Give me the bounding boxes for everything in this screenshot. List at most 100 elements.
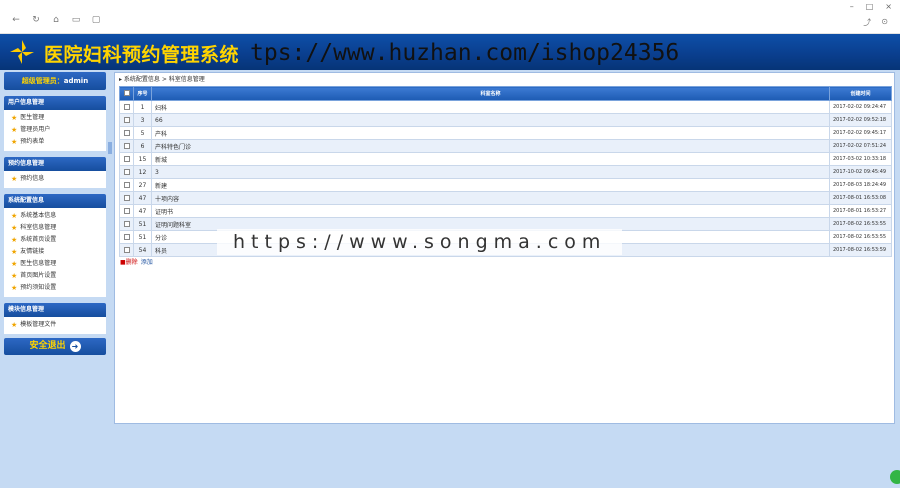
sidebar-item-label: 管理员用户 [20, 126, 51, 133]
sidebar-collapse-handle[interactable] [108, 142, 112, 154]
table-row: 27 新建 2017-08-03 18:24:49 [119, 178, 892, 192]
cell-date: 2017-02-02 09:52:18 [829, 113, 892, 127]
floating-badge-icon[interactable] [890, 470, 900, 484]
row-checkbox[interactable] [123, 182, 130, 188]
sidebar-group-title[interactable]: 系统配置信息 [4, 194, 106, 208]
arrow-right-icon: ➜ [69, 341, 81, 352]
settings-icon[interactable]: ⊙ [881, 17, 888, 28]
sidebar-item-label: 医生信息管理 [20, 260, 57, 267]
sidebar-item-label: 预约须知设置 [20, 284, 57, 291]
admin-label: 超级管理员： [21, 77, 64, 85]
star-icon: ★ [11, 284, 18, 292]
sidebar-item-label: 医生管理 [20, 114, 45, 121]
cell-name[interactable]: 新建 [151, 178, 830, 192]
share-icon[interactable]: ⤴ [863, 17, 871, 28]
cell-id: 51 [133, 217, 152, 231]
maximize-icon[interactable]: □ [866, 2, 874, 11]
table-row: 47 十项内容 2017-08-01 16:53:08 [119, 191, 892, 205]
cell-date: 2017-08-01 16:53:08 [829, 191, 892, 205]
sidebar-item[interactable]: ★ 医生管理 [4, 112, 106, 124]
sidebar-item-label: 系统首页设置 [20, 236, 57, 243]
row-checkbox[interactable] [123, 104, 130, 110]
cell-name[interactable]: 妇科 [151, 100, 830, 114]
sidebar: 超级管理员：admin 用户信息管理 ★ 医生管理 ★ 管理员用户 ★ 预约表单 预约… [4, 72, 106, 355]
cell-id: 3 [133, 113, 152, 127]
row-checkbox[interactable] [123, 234, 130, 240]
cell-id: 1 [133, 100, 152, 114]
sidebar-item[interactable]: ★ 预约表单 [4, 136, 106, 148]
cell-name[interactable]: 新城 [151, 152, 830, 166]
admin-info: 超级管理员：admin [4, 72, 106, 90]
sidebar-item-label: 友情链接 [20, 248, 45, 255]
sidebar-item-label: 模板管理文件 [20, 321, 57, 328]
add-button[interactable]: 添加 [141, 259, 153, 266]
tabs-icon[interactable]: ▢ [90, 15, 102, 25]
breadcrumb-separator: > [159, 76, 169, 83]
home-icon[interactable]: ⌂ [50, 15, 62, 25]
reader-icon[interactable]: ▭ [70, 15, 82, 25]
cell-id: 47 [133, 204, 152, 218]
row-checkbox[interactable] [123, 195, 130, 201]
breadcrumb-item[interactable]: 系统配置信息 [124, 76, 160, 83]
back-icon[interactable]: ← [10, 15, 22, 25]
sidebar-item[interactable]: ★ 管理员用户 [4, 124, 106, 136]
cell-name[interactable]: 产科特色门诊 [151, 139, 830, 153]
breadcrumb: ▸ 系统配置信息 > 科室信息管理 [115, 73, 894, 86]
sidebar-item[interactable]: ★ 预约信息 [4, 173, 106, 185]
table-row: 12 3 2017-10-02 09:45:49 [119, 165, 892, 179]
table-actions: ■删除 添加 [115, 257, 894, 269]
checkbox[interactable] [123, 90, 130, 97]
close-icon[interactable]: × [885, 2, 892, 11]
admin-name: admin [63, 77, 89, 85]
cell-name[interactable]: 66 [151, 113, 830, 127]
row-checkbox[interactable] [123, 221, 130, 227]
cell-name[interactable]: 3 [151, 165, 830, 179]
sidebar-group: 系统配置信息 ★ 系统基本信息 ★ 科室信息管理 ★ 系统首页设置 ★ 友情链接 ★ 医生… [4, 194, 106, 297]
row-checkbox[interactable] [123, 117, 130, 123]
logout-button[interactable]: 安全退出 ➜ [4, 338, 106, 355]
sidebar-item[interactable]: ★ 医生信息管理 [4, 258, 106, 270]
cell-name[interactable]: 十项内容 [151, 191, 830, 205]
cell-date: 2017-03-02 10:33:18 [829, 152, 892, 166]
select-all-header[interactable] [119, 86, 134, 101]
star-icon: ★ [11, 212, 18, 220]
row-checkbox[interactable] [123, 169, 130, 175]
logout-label: 安全退出 [29, 341, 66, 351]
sidebar-group: 模块信息管理 ★ 模板管理文件 [4, 303, 106, 334]
cell-id: 6 [133, 139, 152, 153]
sidebar-item[interactable]: ★ 友情链接 [4, 246, 106, 258]
sidebar-item[interactable]: ★ 模板管理文件 [4, 319, 106, 331]
cell-name[interactable]: 证明书 [151, 204, 830, 218]
cell-name[interactable]: 产科 [151, 126, 830, 140]
sidebar-group-title[interactable]: 预约信息管理 [4, 157, 106, 171]
watermark-middle: https://www.songma.com [217, 229, 623, 255]
sidebar-group-title[interactable]: 用户信息管理 [4, 96, 106, 110]
row-checkbox[interactable] [123, 156, 130, 162]
row-checkbox[interactable] [123, 130, 130, 136]
row-checkbox[interactable] [123, 247, 130, 253]
sidebar-item-label: 预约信息 [20, 175, 45, 182]
table-row: 6 产科特色门诊 2017-02-02 07:51:24 [119, 139, 892, 153]
watermark-top: tps://www.huzhan.com/ishop24356 [250, 40, 680, 66]
sidebar-item[interactable]: ★ 系统基本信息 [4, 210, 106, 222]
star-icon: ★ [11, 138, 18, 146]
row-checkbox[interactable] [123, 208, 130, 214]
row-checkbox[interactable] [123, 143, 130, 149]
cell-date: 2017-10-02 09:45:49 [829, 165, 892, 179]
sidebar-group-title[interactable]: 模块信息管理 [4, 303, 106, 317]
reload-icon[interactable]: ↻ [30, 15, 42, 25]
sidebar-item[interactable]: ★ 预约须知设置 [4, 282, 106, 294]
sidebar-item[interactable]: ★ 科室信息管理 [4, 222, 106, 234]
sidebar-item-label: 科室信息管理 [20, 224, 57, 231]
sidebar-item[interactable]: ★ 系统首页设置 [4, 234, 106, 246]
delete-button[interactable]: 删除 [126, 259, 138, 266]
window-controls: – □ × [850, 2, 892, 11]
star-icon: ★ [11, 175, 18, 183]
sidebar-item[interactable]: ★ 首页图片设置 [4, 270, 106, 282]
browser-right-icons: ⤴ ⊙ [863, 17, 888, 28]
logo-icon [10, 40, 34, 64]
cell-date: 2017-08-02 16:53:59 [829, 243, 892, 257]
browser-nav: ← ↻ ⌂ ▭ ▢ [10, 15, 102, 25]
cell-id: 27 [133, 178, 152, 192]
minimize-icon[interactable]: – [850, 2, 854, 11]
